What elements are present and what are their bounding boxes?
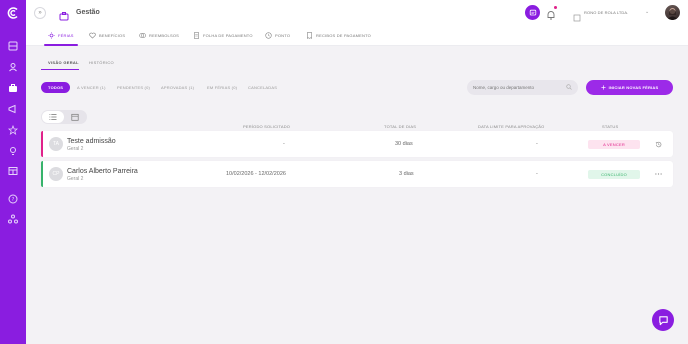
- avatar: CP: [49, 167, 63, 181]
- chat-button[interactable]: [525, 5, 540, 20]
- period-value: 10/02/2026 - 12/02/2026: [226, 171, 286, 177]
- megaphone-icon[interactable]: [8, 104, 18, 114]
- svg-text:?: ?: [12, 197, 15, 203]
- filter-canceladas[interactable]: CANCELADAS: [248, 82, 277, 93]
- more-icon: [654, 173, 662, 175]
- collapse-sidebar-button[interactable]: »: [34, 7, 46, 19]
- tab-label: FOLHA DE PAGAMENTO: [203, 33, 253, 38]
- search-box: [467, 80, 578, 95]
- start-vacation-button[interactable]: INICIAR NOVAS FÉRIAS: [586, 80, 673, 95]
- avatar: TA: [49, 137, 63, 151]
- heart-hand-icon: [89, 32, 96, 39]
- top-header: » Gestão RONO DE ROLA LTDA. ⌄: [26, 0, 688, 26]
- filter-a-vencer[interactable]: A VENCER (1): [77, 82, 106, 93]
- user-icon[interactable]: [8, 62, 18, 72]
- search-icon[interactable]: [566, 84, 572, 90]
- tab-label: BENEFÍCIOS: [99, 33, 126, 38]
- employee-group: Geral 2: [67, 176, 84, 182]
- column-header-period: PERÍODO SOLICITADO: [243, 124, 291, 129]
- briefcase-icon: [59, 8, 69, 21]
- app-logo[interactable]: [6, 6, 20, 20]
- history-icon: [655, 141, 661, 147]
- briefcase-icon[interactable]: [8, 83, 18, 93]
- document-icon: [194, 32, 199, 39]
- page-title: Gestão: [76, 9, 100, 16]
- employee-group: Geral 2: [67, 146, 84, 152]
- chevron-double-right-icon: »: [38, 10, 42, 16]
- status-badge: CONCLUÍDO: [588, 170, 640, 179]
- tab-ferias[interactable]: FÉRIAS: [44, 26, 78, 46]
- view-toggle: [41, 110, 87, 124]
- user-avatar[interactable]: [665, 5, 680, 20]
- star-icon[interactable]: [8, 125, 18, 135]
- clock-icon: [265, 32, 272, 39]
- chat-bubble-icon: [658, 315, 668, 325]
- chevron-down-icon[interactable]: ⌄: [645, 9, 649, 15]
- table-icon[interactable]: [8, 166, 18, 176]
- total-days-value: 3 dias: [399, 171, 414, 177]
- org-chart-icon[interactable]: [8, 214, 18, 224]
- chat-icon: [529, 9, 536, 15]
- lightbulb-icon[interactable]: [8, 146, 18, 156]
- list-view-button[interactable]: [42, 111, 64, 123]
- table-row[interactable]: TA Teste admissão Geral 2 - 30 dias - A …: [41, 131, 673, 157]
- filter-aprovadas[interactable]: APROVADAS (1): [161, 82, 194, 93]
- total-days-value: 30 dias: [395, 141, 413, 147]
- employee-name[interactable]: Carlos Alberto Parreira: [67, 168, 138, 175]
- receipt-icon: [307, 32, 312, 39]
- plus-icon: [601, 85, 606, 90]
- start-vacation-label: INICIAR NOVAS FÉRIAS: [608, 85, 659, 90]
- list-icon: [49, 114, 57, 120]
- column-header-total-days: TOTAL DE DIAS: [384, 124, 417, 129]
- subtab-visao-geral[interactable]: VISÃO GERAL: [48, 60, 79, 65]
- subtab-active-indicator: [41, 69, 79, 70]
- employee-name[interactable]: Teste admissão: [67, 138, 116, 145]
- sun-icon: [48, 32, 55, 39]
- tab-label: FÉRIAS: [58, 33, 74, 38]
- tab-label: PONTO: [275, 33, 291, 38]
- filter-em-ferias[interactable]: EM FÉRIAS (0): [207, 82, 237, 93]
- building-icon: [573, 9, 581, 22]
- period-value: -: [283, 141, 285, 147]
- tab-label: RECIBOS DE PAGAMENTO: [316, 33, 371, 38]
- sidebar: ?: [0, 0, 26, 344]
- dashboard-icon[interactable]: [8, 41, 18, 51]
- coins-icon: [139, 33, 146, 38]
- filter-todos[interactable]: TODOS: [41, 82, 71, 93]
- history-button[interactable]: [653, 139, 663, 149]
- sub-tabs: VISÃO GERAL HISTÓRICO: [26, 52, 688, 72]
- subtab-historico[interactable]: HISTÓRICO: [89, 60, 114, 65]
- table-row[interactable]: CP Carlos Alberto Parreira Geral 2 10/02…: [41, 161, 673, 187]
- filter-pendentes[interactable]: PENDENTES (0): [117, 82, 150, 93]
- row-status-marker: [41, 131, 43, 157]
- support-chat-button[interactable]: [652, 309, 674, 331]
- tab-recibos-de-pagamento[interactable]: RECIBOS DE PAGAMENTO: [306, 26, 371, 45]
- row-status-marker: [41, 161, 43, 187]
- help-icon[interactable]: ?: [8, 194, 18, 204]
- main-tabs: FÉRIAS BENEFÍCIOS REEMBOLSOS FOLHA DE PA…: [26, 26, 688, 46]
- deadline-value: -: [536, 171, 538, 177]
- company-selector[interactable]: RONO DE ROLA LTDA.: [584, 10, 628, 15]
- tab-folha-de-pagamento[interactable]: FOLHA DE PAGAMENTO: [193, 26, 253, 45]
- tab-label: REEMBOLSOS: [149, 33, 180, 38]
- tab-beneficios[interactable]: BENEFÍCIOS: [89, 26, 125, 45]
- more-options-button[interactable]: [653, 169, 663, 179]
- tab-reembolsos[interactable]: REEMBOLSOS: [139, 26, 179, 45]
- column-header-status: STATUS: [602, 124, 619, 129]
- status-badge: A VENCER: [588, 140, 640, 149]
- search-input[interactable]: [473, 85, 563, 90]
- tab-ponto[interactable]: PONTO: [265, 26, 290, 45]
- deadline-value: -: [536, 141, 538, 147]
- calendar-icon: [71, 113, 79, 121]
- notification-dot: [554, 6, 557, 9]
- calendar-view-button[interactable]: [64, 111, 86, 123]
- column-header-deadline: DATA LIMITE PARA APROVAÇÃO: [478, 124, 545, 129]
